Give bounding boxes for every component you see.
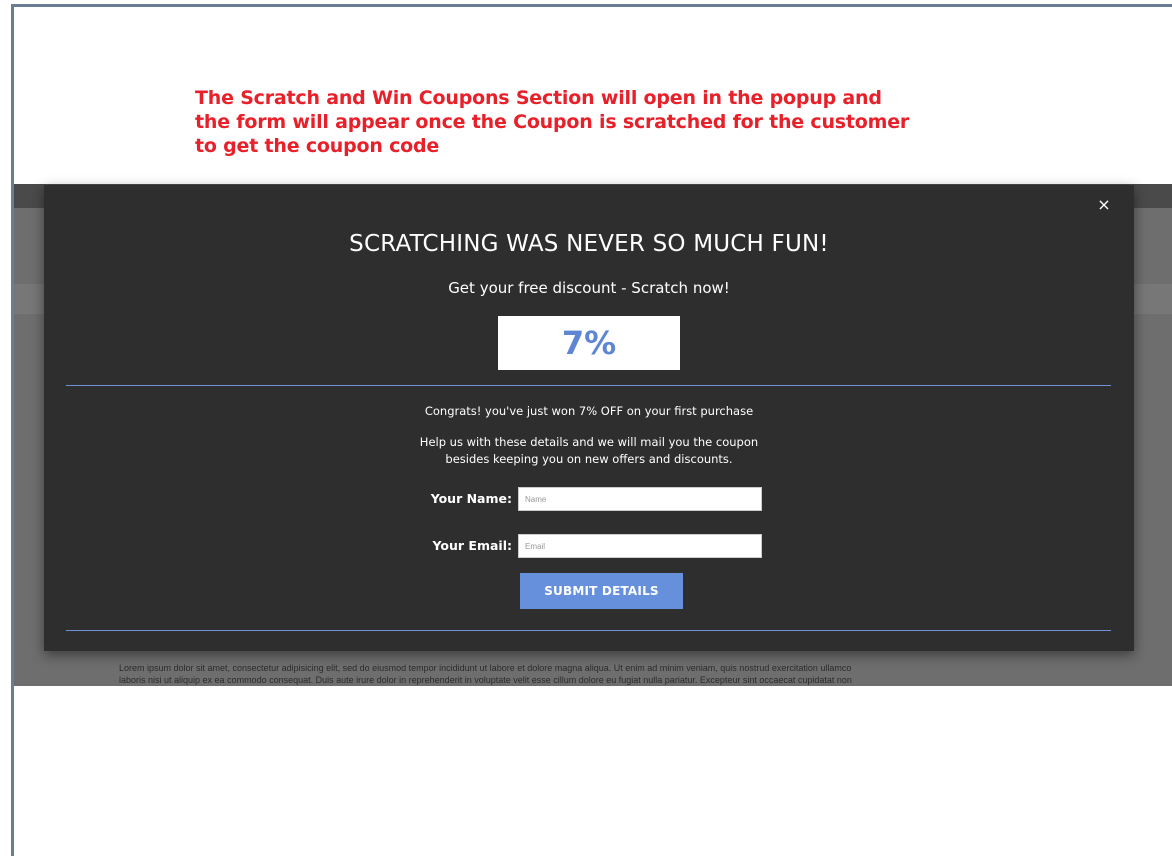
popup-title: SCRATCHING WAS NEVER SO MUCH FUN! [349, 231, 829, 257]
help-message: Help us with these details and we will m… [44, 434, 1134, 468]
name-row: Your Name: [44, 487, 1134, 511]
help-line: Help us with these details and we will m… [419, 435, 759, 449]
coupon-value: 7% [561, 324, 617, 362]
annotation-line: The Scratch and Win Coupons Section will… [195, 87, 882, 109]
help-line: besides keeping you on new offers and di… [445, 452, 733, 466]
email-row: Your Email: [44, 534, 1134, 558]
scratch-coupon-popup: × SCRATCHING WAS NEVER SO MUCH FUN! Get … [44, 185, 1134, 651]
annotation-line: the form will appear once the Coupon is … [195, 111, 910, 133]
congrats-message: Congrats! you've just won 7% OFF on your… [424, 404, 754, 418]
lorem-line: Lorem ipsum dolor sit amet, consectetur … [119, 663, 852, 673]
submit-details-button[interactable]: SUBMIT DETAILS [520, 573, 683, 609]
name-label: Your Name: [430, 491, 512, 506]
popup-subtitle: Get your free discount - Scratch now! [448, 279, 730, 297]
close-icon[interactable]: × [1096, 197, 1112, 213]
scratch-coupon-card[interactable]: 7% [498, 316, 680, 370]
annotation-text: The Scratch and Win Coupons Section will… [195, 86, 1015, 158]
email-input[interactable] [518, 534, 762, 558]
name-input[interactable] [518, 487, 762, 511]
annotation-line: to get the coupon code [195, 135, 440, 157]
email-label: Your Email: [432, 538, 512, 553]
divider-top [66, 385, 1111, 386]
lorem-paragraph: Lorem ipsum dolor sit amet, consectetur … [119, 662, 1049, 686]
lorem-line: laboris nisi ut aliquip ex ea commodo co… [119, 675, 852, 685]
divider-bottom [66, 630, 1111, 631]
